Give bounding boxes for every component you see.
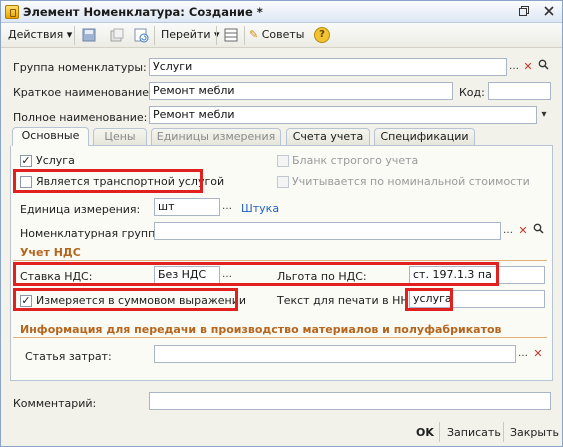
- clear-icon[interactable]: ✕: [531, 346, 545, 362]
- select-dots-button[interactable]: …: [501, 223, 515, 239]
- sum-label: Измеряется в суммовом выражении: [36, 294, 247, 307]
- search-icon[interactable]: [531, 223, 545, 239]
- clear-icon[interactable]: ✕: [521, 59, 535, 75]
- tips-icon: ✎: [249, 28, 259, 41]
- strict-blank-checkbox[interactable]: [277, 155, 289, 167]
- cost-field[interactable]: [154, 345, 516, 363]
- transport-label: Является транспортной услугой: [36, 175, 225, 188]
- code-field[interactable]: [488, 82, 551, 100]
- sum-checkbox[interactable]: ✓: [20, 295, 32, 307]
- tab-accounts[interactable]: Счета учета: [286, 128, 370, 146]
- window-title: Элемент Номенклатура: Создание *: [23, 5, 263, 19]
- full-name-field[interactable]: Ремонт мебли: [149, 106, 537, 124]
- print-text-field[interactable]: услуга: [409, 290, 545, 308]
- footer-divider: [503, 422, 504, 442]
- toolbar-divider: [154, 26, 155, 45]
- window: Элемент Номенклатура: Создание * Действи…: [0, 0, 563, 447]
- ok-button[interactable]: OK: [416, 426, 434, 439]
- app-icon: [5, 5, 19, 19]
- vat-rate-label: Ставка НДС:: [20, 270, 93, 283]
- actions-menu[interactable]: Действия ▾: [8, 28, 72, 41]
- help-icon[interactable]: ?: [314, 27, 330, 43]
- unit-label: Единица измерения:: [20, 203, 141, 216]
- chevron-down-icon: ▾: [66, 28, 73, 41]
- write-button[interactable]: Записать: [447, 426, 501, 439]
- close-button[interactable]: Закрыть: [510, 426, 559, 439]
- service-checkbox[interactable]: ✓: [20, 155, 32, 167]
- clear-icon[interactable]: ✕: [516, 223, 530, 239]
- comment-label: Комментарий:: [13, 397, 97, 410]
- goto-menu-label: Перейти: [161, 28, 211, 41]
- save-document-icon[interactable]: [81, 27, 97, 43]
- vat-section-title: Учет НДС: [20, 246, 81, 259]
- title-bar: Элемент Номенклатура: Создание *: [1, 1, 562, 23]
- toolbar-divider: [216, 26, 217, 45]
- unit-link[interactable]: Штука: [241, 202, 279, 215]
- select-dots-button[interactable]: …: [220, 199, 234, 215]
- nom-group-field[interactable]: [154, 222, 501, 240]
- vat-section-line: [13, 260, 547, 261]
- comment-field[interactable]: [149, 392, 551, 410]
- toolbar-divider: [244, 26, 245, 45]
- tab-prices[interactable]: Цены: [93, 128, 147, 146]
- restore-icon[interactable]: [516, 5, 532, 19]
- tips-button[interactable]: ✎ Советы: [249, 28, 304, 41]
- full-name-label: Полное наименование:: [13, 111, 148, 124]
- transport-checkbox[interactable]: [20, 176, 32, 188]
- tab-specs[interactable]: Спецификации: [374, 128, 475, 146]
- toolbar: Действия ▾ Перейти ▾ ✎ Советы ?: [1, 23, 562, 48]
- footer-divider: [439, 422, 440, 442]
- vat-rate-field[interactable]: Без НДС: [154, 266, 220, 284]
- copy-icon[interactable]: [109, 27, 125, 43]
- service-label: Услуга: [36, 154, 75, 167]
- code-label: Код:: [459, 86, 485, 99]
- select-dots-button[interactable]: …: [516, 346, 530, 362]
- list-structure-icon[interactable]: [223, 27, 239, 43]
- select-dots-button[interactable]: …: [507, 59, 521, 75]
- short-name-field[interactable]: Ремонт мебли: [149, 82, 453, 100]
- unit-field[interactable]: шт: [154, 198, 220, 216]
- goto-menu[interactable]: Перейти ▾: [161, 28, 220, 41]
- print-text-label: Текст для печати в НН:: [277, 294, 413, 307]
- actions-menu-label: Действия: [8, 28, 64, 41]
- group-label: Группа номенклатуры:: [13, 61, 147, 74]
- nominal-checkbox[interactable]: [277, 176, 289, 188]
- short-name-label: Краткое наименование:: [13, 86, 153, 99]
- tips-label: Советы: [261, 28, 305, 41]
- nominal-label: Учитывается по номинальной стоимости: [292, 175, 530, 188]
- vat-benefit-label: Льгота по НДС:: [277, 270, 367, 283]
- toolbar-divider: [74, 26, 75, 45]
- tab-main[interactable]: Основные: [12, 127, 89, 146]
- nom-group-label: Номенклатурная группа:: [20, 227, 166, 240]
- vat-benefit-field[interactable]: ст. 197.1.3 па: [409, 266, 545, 284]
- refresh-icon[interactable]: [133, 27, 149, 43]
- prod-section-line: [13, 337, 547, 338]
- close-window-icon[interactable]: [541, 5, 557, 19]
- search-icon[interactable]: [536, 59, 550, 75]
- tab-units[interactable]: Единицы измерения: [151, 128, 281, 146]
- strict-blank-label: Бланк строгого учета: [292, 154, 419, 167]
- select-dots-button[interactable]: …: [220, 267, 234, 283]
- dropdown-arrow-icon[interactable]: ▾: [537, 107, 551, 123]
- prod-section-title: Информация для передачи в производство м…: [20, 323, 502, 336]
- group-field[interactable]: Услуги: [149, 58, 507, 76]
- cost-label: Статья затрат:: [25, 350, 112, 363]
